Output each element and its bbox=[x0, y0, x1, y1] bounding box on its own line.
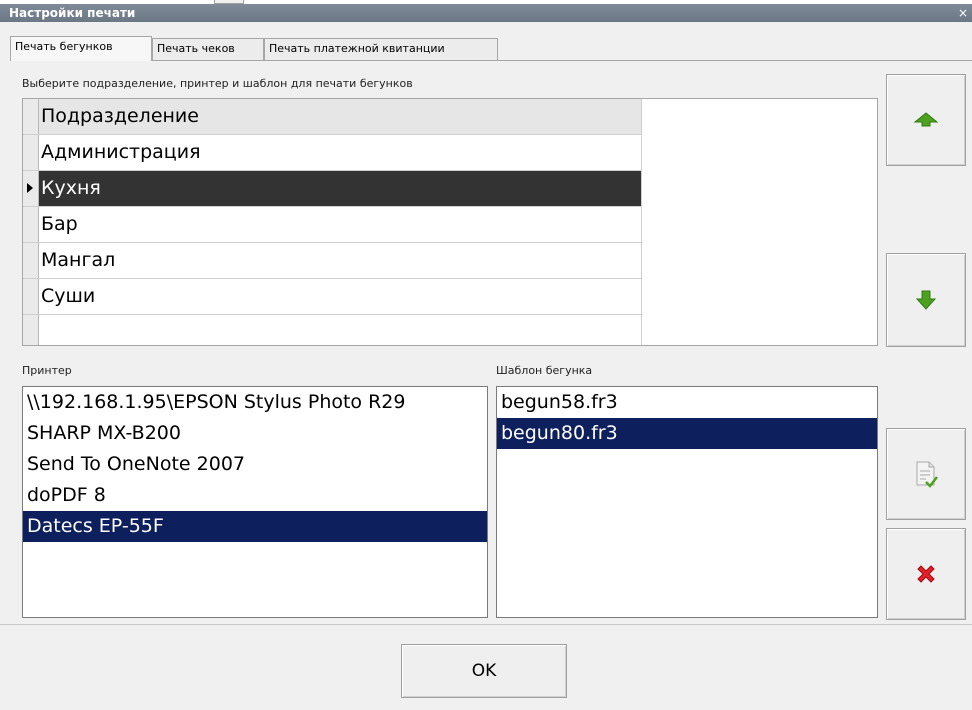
grid-header-row[interactable]: Подразделение bbox=[23, 99, 641, 135]
grid-cell: Администрация bbox=[41, 141, 201, 163]
grid-row[interactable]: Мангал bbox=[23, 243, 641, 279]
settings-window: Печать бегунков Печать чеков Печать плат… bbox=[0, 22, 972, 710]
row-indicator bbox=[23, 207, 39, 242]
delete-button[interactable] bbox=[886, 528, 966, 620]
move-up-button[interactable] bbox=[886, 74, 966, 166]
printer-listbox[interactable]: \\192.168.1.95\EPSON Stylus Photo R29 SH… bbox=[22, 386, 488, 618]
row-indicator bbox=[23, 135, 39, 170]
printer-item-selected[interactable]: Datecs EP-55F bbox=[23, 511, 487, 542]
printer-item[interactable]: doPDF 8 bbox=[23, 480, 487, 511]
grid-row[interactable]: Суши bbox=[23, 279, 641, 315]
tab-print-receipts[interactable]: Печать чеков bbox=[152, 38, 264, 60]
row-indicator bbox=[23, 243, 39, 278]
grid-cell: Суши bbox=[41, 285, 96, 307]
grid-row-selected[interactable]: Кухня bbox=[23, 171, 641, 207]
grid-header-department[interactable]: Подразделение bbox=[41, 99, 199, 133]
template-item[interactable]: begun58.fr3 bbox=[497, 387, 877, 418]
tab-print-payment-slip[interactable]: Печать платежной квитанции bbox=[264, 38, 498, 60]
grid-row[interactable]: Администрация bbox=[23, 135, 641, 171]
row-indicator bbox=[23, 99, 39, 134]
grid-column-divider bbox=[641, 99, 642, 345]
ok-button[interactable]: OK bbox=[401, 644, 567, 698]
red-x-icon bbox=[917, 565, 935, 583]
grid-row-empty[interactable] bbox=[23, 315, 641, 345]
row-indicator bbox=[23, 279, 39, 314]
grid-row[interactable]: Бар bbox=[23, 207, 641, 243]
document-check-icon bbox=[916, 461, 938, 488]
window-title: Настройки печати bbox=[9, 6, 136, 20]
close-icon[interactable]: × bbox=[958, 4, 968, 22]
tab-print-runners[interactable]: Печать бегунков bbox=[10, 36, 152, 61]
grid-cell: Бар bbox=[41, 213, 78, 235]
printer-item[interactable]: SHARP MX-B200 bbox=[23, 418, 487, 449]
template-label: Шаблон бегунка bbox=[496, 364, 593, 377]
arrow-down-icon bbox=[915, 290, 937, 310]
arrow-up-icon bbox=[913, 112, 939, 127]
row-indicator bbox=[23, 171, 39, 206]
printer-item[interactable]: \\192.168.1.95\EPSON Stylus Photo R29 bbox=[23, 387, 487, 418]
grid-cell: Кухня bbox=[41, 177, 101, 199]
template-listbox[interactable]: begun58.fr3 begun80.fr3 bbox=[496, 386, 878, 618]
printer-item[interactable]: Send To OneNote 2007 bbox=[23, 449, 487, 480]
apply-template-button[interactable] bbox=[886, 428, 966, 520]
title-bar: Настройки печати × bbox=[0, 4, 972, 22]
row-indicator bbox=[23, 315, 39, 345]
current-row-arrow-icon bbox=[27, 183, 33, 193]
departments-grid[interactable]: Подразделение Администрация Кухня Бар Ма… bbox=[22, 98, 878, 346]
template-item-selected[interactable]: begun80.fr3 bbox=[497, 418, 877, 449]
move-down-button[interactable] bbox=[886, 253, 966, 347]
grid-cell: Мангал bbox=[41, 249, 116, 271]
printer-label: Принтер bbox=[22, 364, 72, 377]
instruction-label: Выберите подразделение, принтер и шаблон… bbox=[22, 77, 413, 90]
dialog-footer: OK bbox=[0, 624, 972, 710]
